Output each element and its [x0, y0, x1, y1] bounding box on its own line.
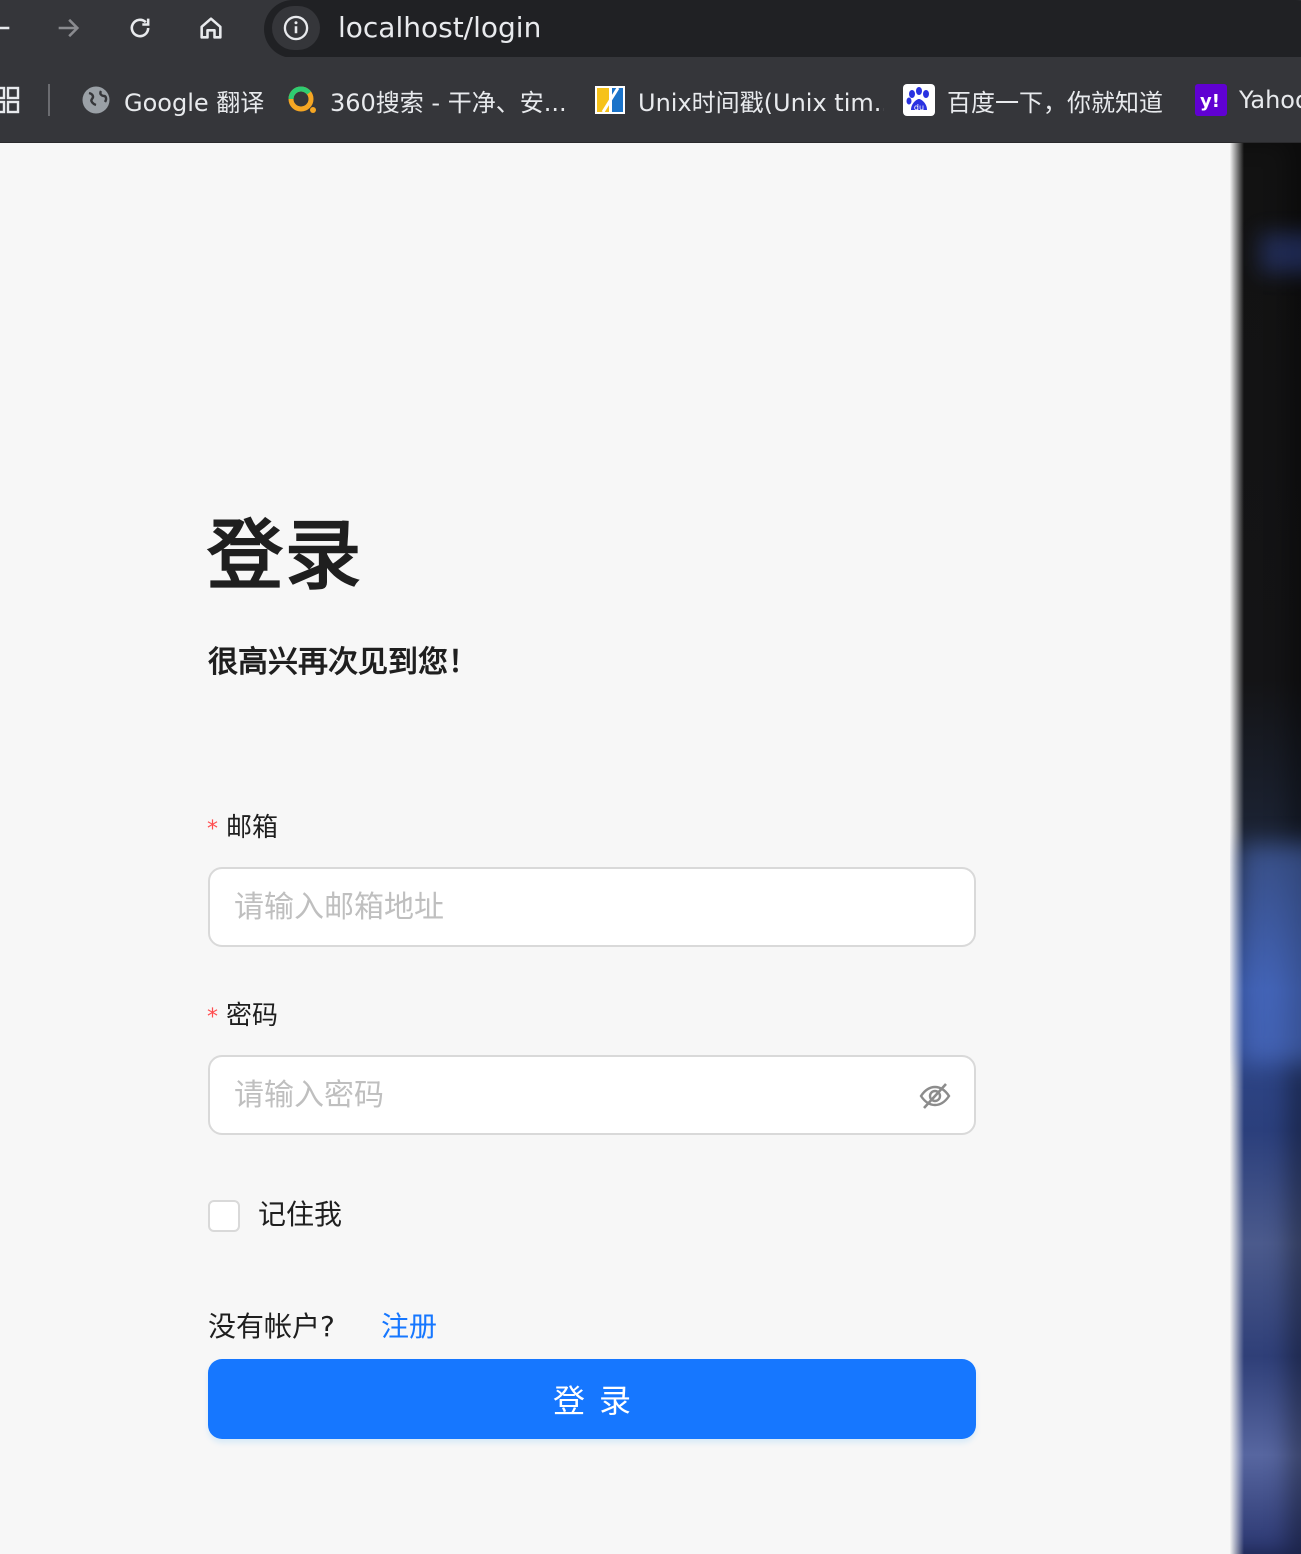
email-field[interactable] [208, 867, 976, 947]
browser-toolbar: localhost/login [0, 0, 1301, 58]
reload-button[interactable] [122, 10, 158, 46]
password-label: * 密码 [207, 999, 278, 1033]
svg-text:du: du [914, 103, 924, 112]
no-account-text: 没有帐户? [208, 1310, 335, 1343]
remember-me-checkbox[interactable] [208, 1200, 240, 1232]
bookmark-baidu[interactable]: du 百度一下，你就知道 [903, 82, 1178, 118]
eye-invisible-icon[interactable] [918, 1079, 952, 1113]
baidu-icon: du [903, 84, 935, 116]
register-link[interactable]: 注册 [381, 1309, 437, 1345]
email-label: * 邮箱 [207, 811, 278, 845]
apps-grid-icon[interactable] [0, 86, 20, 114]
remember-me-label[interactable]: 记住我 [258, 1197, 342, 1233]
reload-icon [130, 18, 150, 38]
home-button[interactable] [193, 10, 229, 46]
login-hero-image [1230, 143, 1301, 1554]
password-field[interactable] [208, 1055, 976, 1135]
page-title: 登录 [207, 511, 363, 600]
password-input[interactable] [234, 1069, 914, 1121]
360-search-icon [286, 84, 318, 116]
email-input[interactable] [234, 881, 914, 933]
globe-icon [80, 84, 112, 116]
bookmark-yahoo[interactable]: y! Yahoo [1195, 82, 1301, 118]
bookmarks-bar: Google 翻译 360搜索 - 干净、安... Unix时间戳(Unix t… [0, 57, 1301, 143]
bookmark-unix-timestamp[interactable]: Unix时间戳(Unix tim... [594, 82, 884, 118]
bookmark-360-search[interactable]: 360搜索 - 干净、安... [286, 82, 566, 118]
svg-text:y!: y! [1200, 91, 1220, 112]
required-mark: * [207, 817, 218, 842]
site-info-button[interactable] [272, 6, 320, 50]
bookmark-google-translate[interactable]: Google 翻译 [80, 82, 265, 118]
required-mark: * [207, 1005, 218, 1030]
forward-arrow-icon [58, 18, 80, 38]
bookmarks-separator [48, 84, 50, 116]
home-icon [200, 17, 222, 39]
back-arrow-icon [0, 26, 10, 30]
unix-timestamp-icon [594, 84, 626, 116]
back-button[interactable] [0, 10, 18, 46]
login-submit-button[interactable]: 登录 [208, 1359, 976, 1439]
info-icon [283, 15, 309, 41]
url-text[interactable]: localhost/login [338, 10, 541, 46]
yahoo-icon: y! [1195, 84, 1227, 116]
forward-button[interactable] [50, 10, 86, 46]
page-subtitle: 很高兴再次见到您！ [208, 645, 478, 680]
